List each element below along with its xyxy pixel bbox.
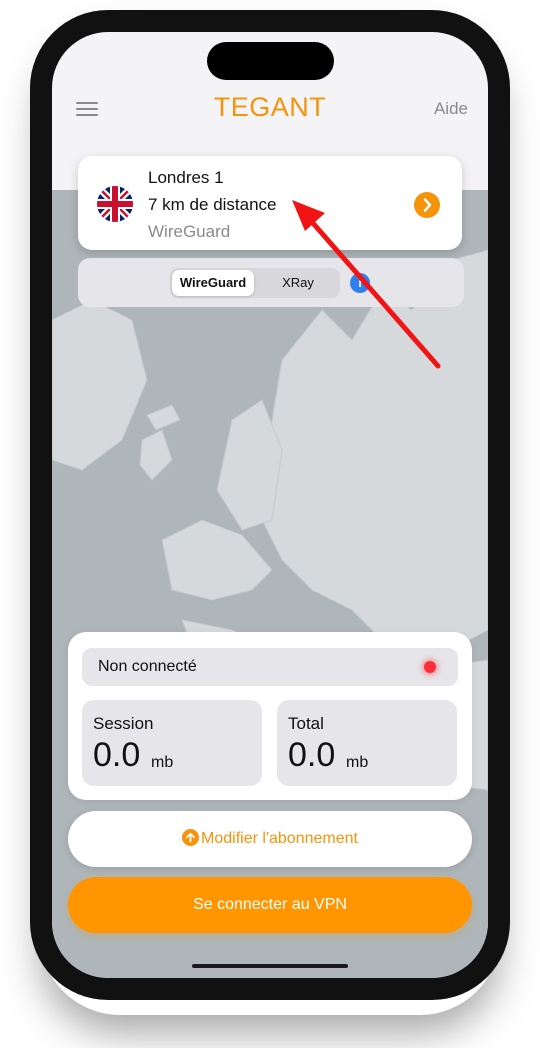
connection-status-text: Non connecté: [98, 658, 197, 675]
session-stat-box: Session 0.0 mb: [82, 700, 262, 786]
total-stat-box: Total 0.0 mb: [277, 700, 457, 786]
connection-stats-panel: Non connecté Session 0.0 mb Total 0.0 mb: [68, 632, 472, 800]
modify-subscription-label: Modifier l'abonnement: [201, 830, 358, 847]
app-title: TEGANT: [213, 92, 327, 122]
server-selector-card[interactable]: Londres 1 7 km de distance WireGuard: [78, 156, 462, 250]
modify-subscription-button[interactable]: Modifier l'abonnement: [68, 811, 472, 867]
status-indicator-dot: [424, 661, 436, 673]
modify-subscription-content: Modifier l'abonnement: [182, 829, 358, 848]
session-unit: mb: [151, 754, 174, 771]
screenshot-stage: TEGANT Aide Londres 1 7 km de distance W…: [0, 0, 540, 1048]
total-label: Total: [288, 714, 324, 733]
segment-xray[interactable]: XRay: [258, 270, 338, 296]
dynamic-island: [207, 42, 334, 80]
home-indicator[interactable]: [192, 964, 348, 968]
connection-status-row: Non connecté: [82, 648, 458, 686]
info-icon[interactable]: i: [350, 273, 370, 293]
total-unit: mb: [346, 754, 369, 771]
session-label: Session: [93, 714, 154, 733]
server-protocol: WireGuard: [148, 222, 231, 241]
server-distance: 7 km de distance: [148, 195, 277, 214]
session-value: 0.0: [93, 736, 141, 774]
protocol-segmented-control: WireGuard XRay: [170, 268, 340, 298]
connect-vpn-button[interactable]: Se connecter au VPN: [68, 877, 472, 933]
help-link[interactable]: Aide: [434, 99, 468, 119]
protocol-selector-bar: WireGuard XRay i: [78, 258, 464, 307]
app-screen: TEGANT Aide Londres 1 7 km de distance W…: [52, 32, 488, 978]
uk-flag-icon: [97, 186, 133, 222]
chevron-right-icon[interactable]: [414, 192, 440, 218]
arrow-up-circle-icon: [182, 829, 200, 846]
total-value: 0.0: [288, 736, 336, 774]
server-name: Londres 1: [148, 168, 224, 187]
segment-wireguard[interactable]: WireGuard: [172, 270, 254, 296]
